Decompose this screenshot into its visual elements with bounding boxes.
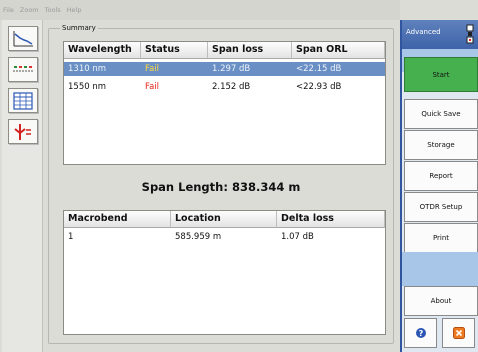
col-macrobend[interactable]: Macrobend	[64, 211, 171, 228]
events-table-header: Macrobend Location Delta loss	[64, 211, 385, 228]
fiber-connector-icon	[466, 24, 474, 44]
otdr-setup-button[interactable]: OTDR Setup	[404, 192, 478, 222]
table-view-button[interactable]	[8, 88, 38, 113]
left-toolbar	[2, 20, 43, 352]
wavelength-cell: 1310 nm	[68, 64, 107, 74]
table-row[interactable]: 1310 nm Fail 1.297 dB <22.15 dB	[64, 62, 385, 76]
about-button[interactable]: About	[404, 286, 478, 316]
col-delta-loss[interactable]: Delta loss	[277, 211, 385, 228]
menu-tools[interactable]: Tools	[45, 6, 61, 14]
print-button[interactable]: Print	[404, 223, 478, 253]
wavelength-cell: 1550 nm	[68, 82, 107, 92]
col-span-orl[interactable]: Span ORL	[292, 42, 385, 59]
trace-view-button[interactable]	[8, 26, 38, 51]
results-table-header: Wavelength Status Span loss Span ORL	[64, 42, 385, 59]
menu-zoom[interactable]: Zoom	[20, 6, 39, 14]
location-cell: 585.959 m	[175, 232, 222, 242]
col-status[interactable]: Status	[141, 42, 208, 59]
macrobend-cell: 1	[68, 232, 74, 242]
span-length: Span Length: 838.344 m	[141, 180, 301, 194]
col-location[interactable]: Location	[171, 211, 277, 228]
panel-header: Advanced	[402, 20, 478, 49]
event-markers-icon	[14, 123, 31, 140]
status-cell: Fail	[145, 82, 160, 92]
linear-view-button[interactable]	[8, 57, 38, 82]
span-loss-cell: 1.297 dB	[212, 64, 251, 74]
exit-button[interactable]	[442, 318, 475, 348]
delta-loss-cell: 1.07 dB	[281, 232, 314, 242]
exit-icon	[452, 327, 465, 339]
results-table[interactable]: Wavelength Status Span loss Span ORL 131…	[63, 41, 386, 165]
col-span-loss[interactable]: Span loss	[208, 42, 292, 59]
table-grid-icon	[13, 91, 33, 110]
help-button[interactable]: ?	[404, 318, 437, 348]
storage-button[interactable]: Storage	[404, 130, 478, 160]
panel-spacer	[402, 252, 478, 286]
panel-title: Advanced	[406, 28, 441, 36]
svg-text:?: ?	[418, 329, 423, 338]
table-row[interactable]: 1 585.959 m 1.07 dB	[64, 230, 385, 244]
start-button[interactable]: Start	[404, 57, 478, 92]
menu-help[interactable]: Help	[67, 6, 82, 14]
event-linear-view-icon	[13, 65, 33, 71]
right-panel: Advanced Start Quick Save Storage Report…	[400, 20, 478, 352]
markers-button[interactable]	[8, 119, 38, 144]
span-orl-cell: <22.15 dB	[296, 64, 342, 74]
trace-graph-icon	[13, 30, 33, 46]
summary-legend: Summary	[60, 24, 98, 32]
events-table[interactable]: Macrobend Location Delta loss 1 585.959 …	[63, 210, 386, 335]
table-row[interactable]: 1550 nm Fail 2.152 dB <22.93 dB	[64, 80, 385, 94]
help-icon: ?	[415, 328, 426, 338]
report-button[interactable]: Report	[404, 161, 478, 191]
status-cell: Fail	[145, 64, 160, 74]
menu-file[interactable]: File	[3, 6, 14, 14]
span-orl-cell: <22.93 dB	[296, 82, 342, 92]
quick-save-button[interactable]: Quick Save	[404, 99, 478, 129]
menu-bar: File Zoom Tools Help	[0, 0, 400, 20]
span-loss-cell: 2.152 dB	[212, 82, 251, 92]
col-wavelength[interactable]: Wavelength	[64, 42, 141, 59]
